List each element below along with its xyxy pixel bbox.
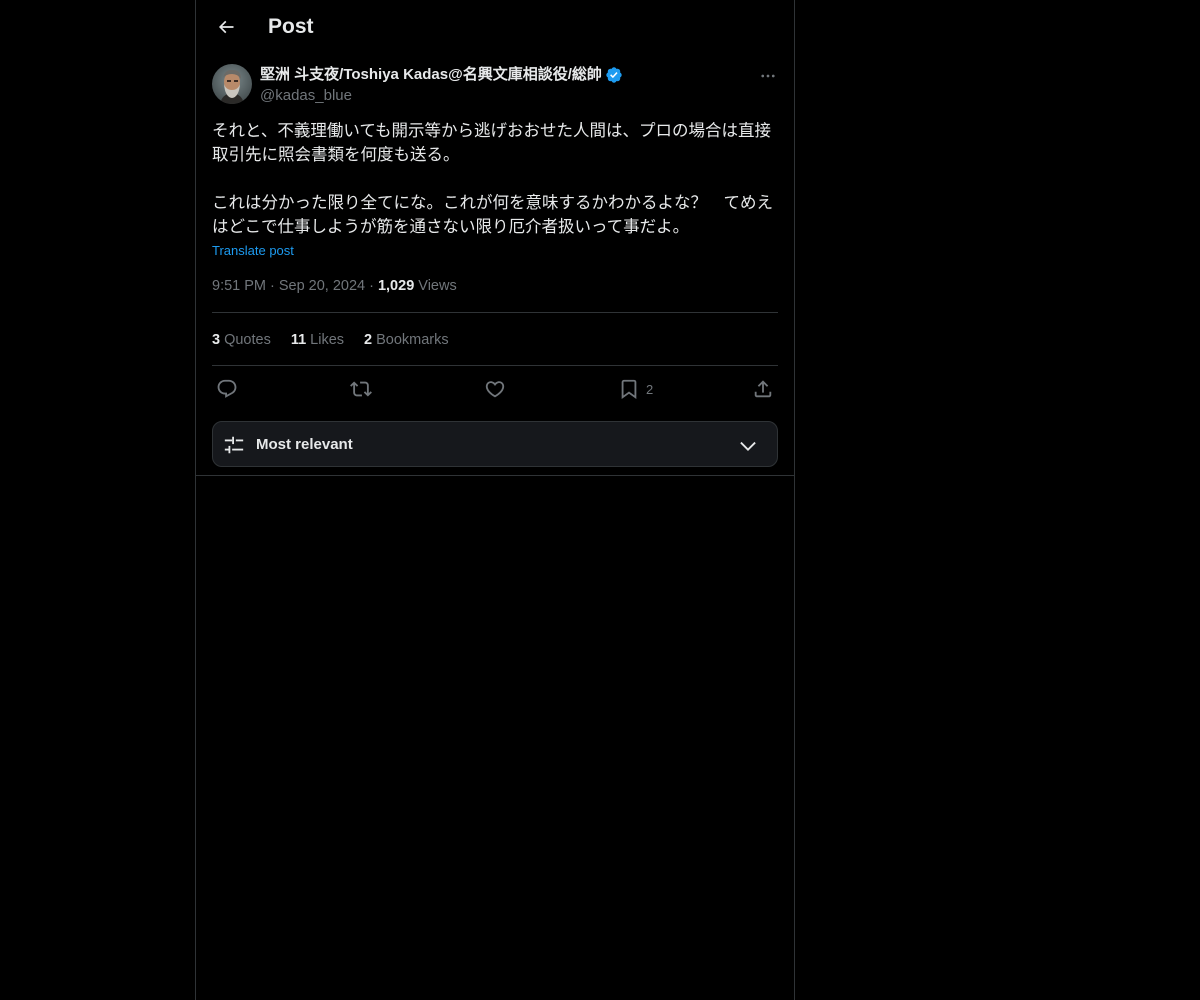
post-text: それと、不義理働いても開示等から逃げおおせた人間は、プロの場合は直接取引先に照会… <box>212 122 773 236</box>
bookmark-button[interactable]: 2 <box>618 376 653 402</box>
page-header: Post <box>196 0 794 54</box>
quotes-label: Quotes <box>224 332 271 348</box>
separator-dot: · <box>270 278 275 294</box>
quotes-stat[interactable]: 3 Quotes <box>212 330 271 350</box>
divider <box>212 365 778 366</box>
bookmark-count: 2 <box>646 381 654 397</box>
likes-count: 11 <box>290 332 307 348</box>
post-author: 堅洲 斗支夜/Toshiya Kadas@名興文庫相談役/総帥 @kadas_b… <box>260 64 760 106</box>
repost-icon <box>350 381 372 397</box>
likes-stat[interactable]: 11 Likes <box>291 330 344 350</box>
replies-sort-dropdown[interactable]: Most relevant <box>212 421 778 467</box>
sort-label: Most relevant <box>256 436 353 453</box>
post-time[interactable]: 9:51 PM <box>212 278 266 294</box>
more-options-button[interactable] <box>758 66 778 86</box>
bookmarks-label: Bookmarks <box>376 332 449 348</box>
share-button[interactable] <box>752 376 774 402</box>
post-actions: 2 <box>212 376 778 402</box>
quotes-count: 3 <box>212 332 221 348</box>
post-meta: 9:51 PM · Sep 20, 2024 · 1,029 Views <box>212 276 457 296</box>
reply-button[interactable] <box>216 376 238 402</box>
divider <box>196 475 794 476</box>
author-handle[interactable]: @kadas_blue <box>260 86 760 106</box>
arrow-left-icon <box>218 20 234 34</box>
reply-icon <box>217 379 237 398</box>
sliders-icon <box>224 436 244 454</box>
bookmarks-count: 2 <box>364 332 373 348</box>
page-title: Post <box>268 15 314 38</box>
avatar[interactable] <box>212 64 252 104</box>
divider <box>212 312 778 313</box>
post-stats: 3 Quotes 11 Likes 2 Bookmarks <box>212 330 449 350</box>
views-count: 1,029 <box>377 278 415 294</box>
views-label: Views <box>418 278 457 294</box>
likes-label: Likes <box>310 332 345 348</box>
translate-post-link[interactable]: Translate post <box>212 242 294 260</box>
bookmark-icon <box>621 379 637 400</box>
heart-icon <box>485 381 505 398</box>
back-button[interactable] <box>212 13 240 41</box>
main-column: Post 堅洲 斗支夜/Toshiya Kadas@名興文庫相談役/総帥 @ka… <box>195 0 795 1000</box>
like-button[interactable] <box>484 376 506 402</box>
share-icon <box>754 380 772 398</box>
display-name-row: 堅洲 斗支夜/Toshiya Kadas@名興文庫相談役/総帥 <box>260 64 760 86</box>
bookmarks-stat[interactable]: 2 Bookmarks <box>364 330 449 350</box>
author-display-name[interactable]: 堅洲 斗支夜/Toshiya Kadas@名興文庫相談役/総帥 <box>260 65 602 85</box>
verified-badge-icon[interactable] <box>605 66 623 84</box>
post-date[interactable]: Sep 20, 2024 <box>279 278 365 294</box>
more-horizontal-icon <box>761 74 775 78</box>
separator-dot: · <box>369 278 374 294</box>
avatar-image <box>212 64 252 104</box>
chevron-down-icon <box>740 441 756 451</box>
repost-button[interactable] <box>350 376 372 402</box>
